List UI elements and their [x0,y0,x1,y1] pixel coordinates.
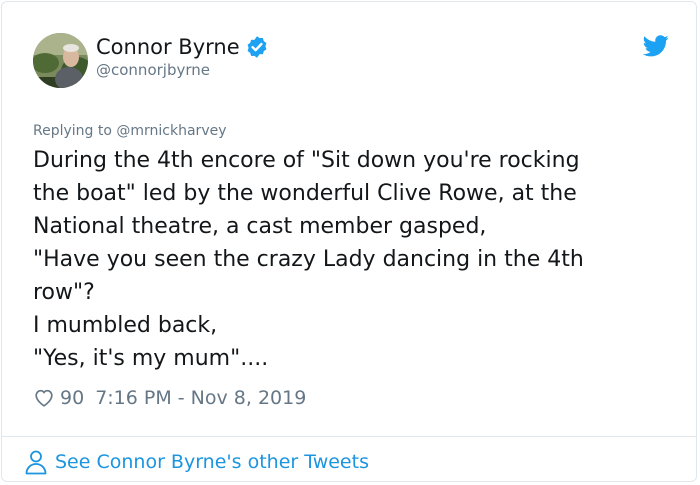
tweet-meta: 90 7:16 PM - Nov 8, 2019 [33,385,306,411]
tweet-card: Connor Byrne @connorjbyrne Replying to @… [1,1,697,482]
author-name-row[interactable]: Connor Byrne [96,34,269,60]
tweet-line: "Have you seen the crazy Lady dancing in… [33,247,584,272]
heart-icon[interactable] [33,387,55,409]
tweet-line: "Yes, it's my mum".... [33,346,269,371]
tweet-line: I mumbled back, [33,313,218,338]
like-count[interactable]: 90 [60,387,84,409]
twitter-bird-icon[interactable] [642,35,669,57]
replying-prefix: Replying to [33,123,112,139]
tweet-line: the boat" led by the wonderful Clive Row… [33,181,577,206]
avatar[interactable] [33,33,88,88]
tweet-line: National theatre, a cast member gasped, [33,214,487,239]
tweet-line: row"? [33,280,95,305]
tweet-line: During the 4th encore of "Sit down you'r… [33,148,580,173]
replying-to: Replying to @mrnickharvey [33,122,227,140]
see-other-tweets-link[interactable]: See Connor Byrne's other Tweets [24,449,369,475]
tweet-text: During the 4th encore of "Sit down you'r… [33,144,673,375]
footer-divider [2,436,696,437]
see-other-tweets-label[interactable]: See Connor Byrne's other Tweets [55,451,369,473]
person-icon [24,449,48,475]
author-display-name[interactable]: Connor Byrne [96,34,240,60]
tweet-timestamp[interactable]: 7:16 PM - Nov 8, 2019 [95,387,306,409]
verified-badge-icon [245,35,269,59]
reply-to-handle[interactable]: @mrnickharvey [116,123,226,139]
author-handle[interactable]: @connorjbyrne [96,60,210,80]
